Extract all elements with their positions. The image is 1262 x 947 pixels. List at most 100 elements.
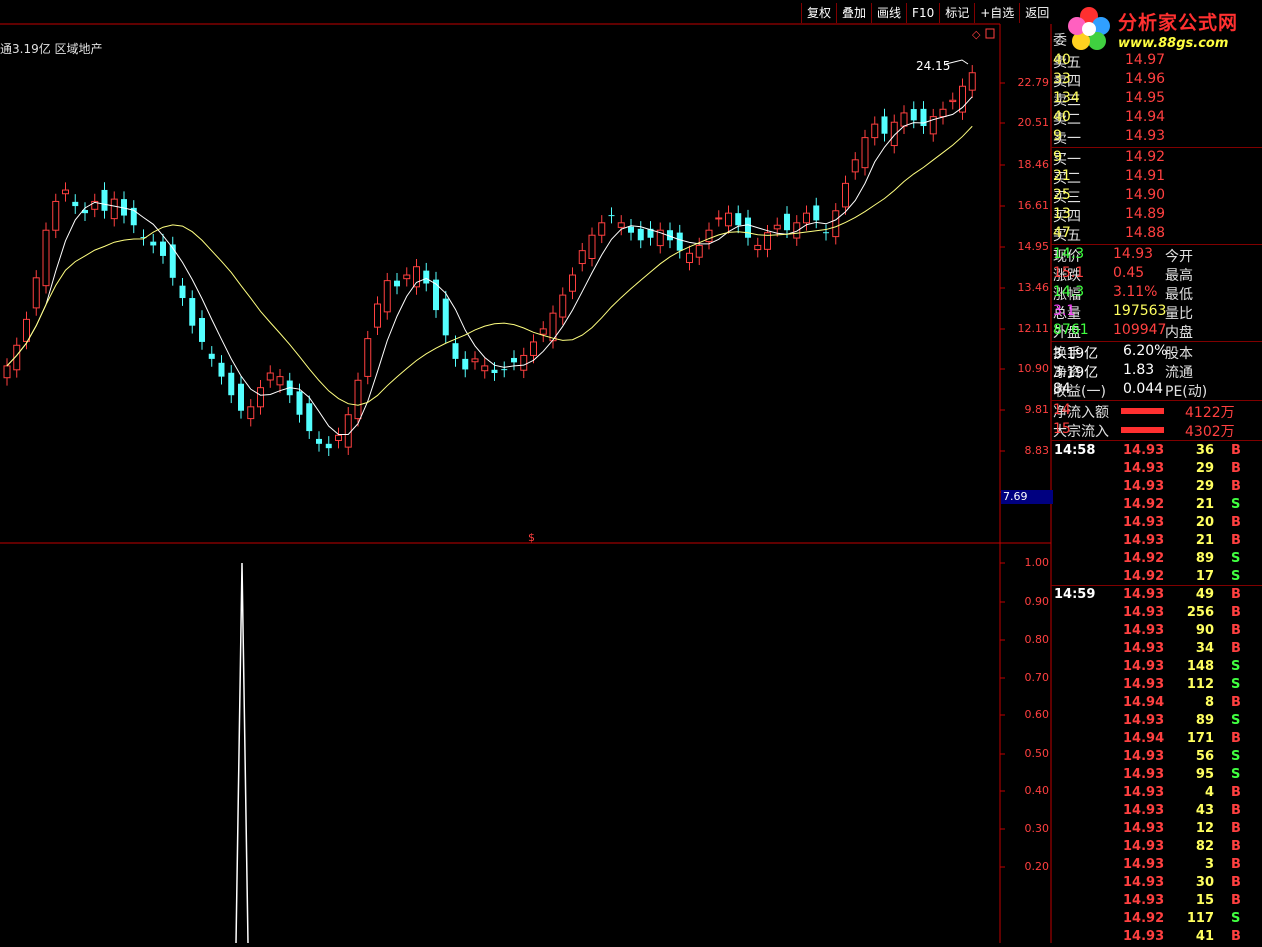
diamond-icon: ◇: [972, 28, 981, 41]
quote-value: 109947: [1113, 322, 1167, 338]
panel-row: 卖四 14.96 33: [1053, 71, 1262, 90]
tick-price: 14.93: [1123, 893, 1165, 908]
candle: [101, 189, 108, 211]
tick-side: B: [1231, 461, 1241, 476]
candle: [189, 298, 196, 326]
toolbar-button-2[interactable]: 画线: [871, 3, 906, 23]
order-volume: 9: [1053, 128, 1062, 144]
panel-row: 14.93 95 S: [1053, 767, 1262, 785]
panel-row: 卖一 14.93 9: [1053, 128, 1262, 147]
candle: [306, 403, 313, 432]
tick-volume: 8: [1204, 695, 1214, 710]
order-volume: 40: [1053, 109, 1071, 125]
candle: [559, 294, 567, 318]
y-tick-label: 13.46: [1017, 281, 1050, 294]
order-volume: 47: [1053, 225, 1071, 241]
toolbar-button-0[interactable]: 复权: [801, 3, 836, 23]
panel-row: 净资 1.83 流通 3.19亿: [1053, 362, 1262, 381]
current-price-label: 7.69: [1001, 490, 1053, 504]
order-volume: 13: [1053, 206, 1071, 222]
panel-row: 14.93 112 S: [1053, 677, 1262, 695]
candle: [900, 112, 908, 127]
moving-average-lines: [6, 96, 973, 435]
candle: [344, 414, 352, 448]
candle: [745, 217, 751, 238]
fund-label: 股本: [1165, 346, 1193, 362]
candle: [62, 189, 69, 195]
panel-row: 买五 14.88 47: [1053, 225, 1262, 244]
panel-row: 14.92 17 S: [1053, 569, 1262, 587]
tick-price: 14.93: [1123, 623, 1165, 638]
candle: [266, 372, 274, 381]
quote-value: 197563: [1113, 303, 1167, 319]
tick-volume: 29: [1195, 479, 1214, 494]
fund-label: PE(动): [1165, 384, 1208, 400]
tick-side: B: [1231, 479, 1241, 494]
order-price: 14.93: [1125, 128, 1166, 144]
fund-value: 84: [1053, 381, 1071, 397]
toolbar-button-6[interactable]: 返回: [1019, 3, 1054, 23]
tick-price: 14.93: [1123, 479, 1165, 494]
tick-side: B: [1231, 875, 1241, 890]
quote-value: 15.1: [1053, 265, 1085, 281]
fund-value: 3.19亿: [1053, 346, 1099, 362]
panel-row: 买四 14.89 13: [1053, 206, 1262, 225]
tick-side: B: [1231, 929, 1241, 944]
candle: [471, 358, 479, 363]
tick-volume: 90: [1195, 623, 1214, 638]
tick-volume: 117: [1186, 911, 1214, 926]
panel-row: 14.93 43 B: [1053, 803, 1262, 821]
toolbar-button-3[interactable]: F10: [906, 3, 939, 23]
tick-price: 14.93: [1123, 677, 1165, 692]
tick-price: 14.92: [1123, 551, 1165, 566]
candle: [160, 241, 166, 256]
toolbar-button-4[interactable]: 标记: [939, 3, 974, 23]
toolbar-button-5[interactable]: +自选: [974, 3, 1019, 23]
panel-row: 总量 197563 量比 3.1: [1053, 303, 1262, 322]
tick-side: B: [1231, 605, 1241, 620]
panel-row: 14.93 15 B: [1053, 893, 1262, 911]
panel-divider: [1051, 400, 1262, 401]
y-tick-label: 14.95: [1017, 240, 1050, 253]
tick-volume: 17: [1195, 569, 1214, 584]
flow-value: 4302万: [1185, 424, 1235, 440]
quote-value: 3.1: [1053, 303, 1076, 319]
y-tick-label: 16.61: [1017, 199, 1050, 212]
y-tick-label: 20.51: [1017, 116, 1050, 129]
sub-y-tick-label: 0.90: [1024, 595, 1050, 608]
order-price: 14.92: [1125, 149, 1166, 165]
flow-value: 4122万: [1185, 405, 1235, 421]
logo-url: www.88gs.com: [1118, 36, 1229, 51]
panel-row: 14.93 12 B: [1053, 821, 1262, 839]
indicator-line: [235, 562, 249, 943]
tick-volume: 56: [1195, 749, 1214, 764]
panel-row: 14.93 4 B: [1053, 785, 1262, 803]
panel-row: 14.93 90 B: [1053, 623, 1262, 641]
square-icon: [985, 28, 995, 39]
peak-label: 24.15: [916, 59, 951, 73]
toolbar-button-1[interactable]: 叠加: [836, 3, 871, 23]
chart-info: 通3.19亿 区域地产: [0, 42, 103, 56]
candle: [793, 222, 801, 239]
panel-row: 外盘 109947 内盘 8761: [1053, 322, 1262, 341]
panel-row: 14.92 21 S: [1053, 497, 1262, 515]
candle: [511, 357, 517, 363]
panel-row: 收益(一) 0.044 PE(动) 84: [1053, 381, 1262, 400]
tick-volume: 112: [1186, 677, 1214, 692]
tick-volume: 15: [1195, 893, 1214, 908]
tick-price: 14.93: [1123, 767, 1165, 782]
flow-bar: [1121, 408, 1164, 414]
sub-y-tick-label: 0.70: [1024, 671, 1050, 684]
tick-volume: 43: [1195, 803, 1214, 818]
panel-row: 涨幅 3.11% 最低 14.3: [1053, 284, 1262, 303]
panel-row: 卖三 14.95 134: [1053, 90, 1262, 109]
quote-value: 14.3: [1053, 284, 1085, 300]
candle: [813, 205, 820, 221]
candle: [910, 109, 917, 121]
candle: [578, 250, 586, 265]
tick-side: S: [1231, 911, 1241, 926]
order-price: 14.95: [1125, 90, 1166, 106]
candle: [501, 369, 508, 371]
tick-volume: 3: [1204, 857, 1214, 872]
tick-price: 14.93: [1123, 443, 1165, 458]
